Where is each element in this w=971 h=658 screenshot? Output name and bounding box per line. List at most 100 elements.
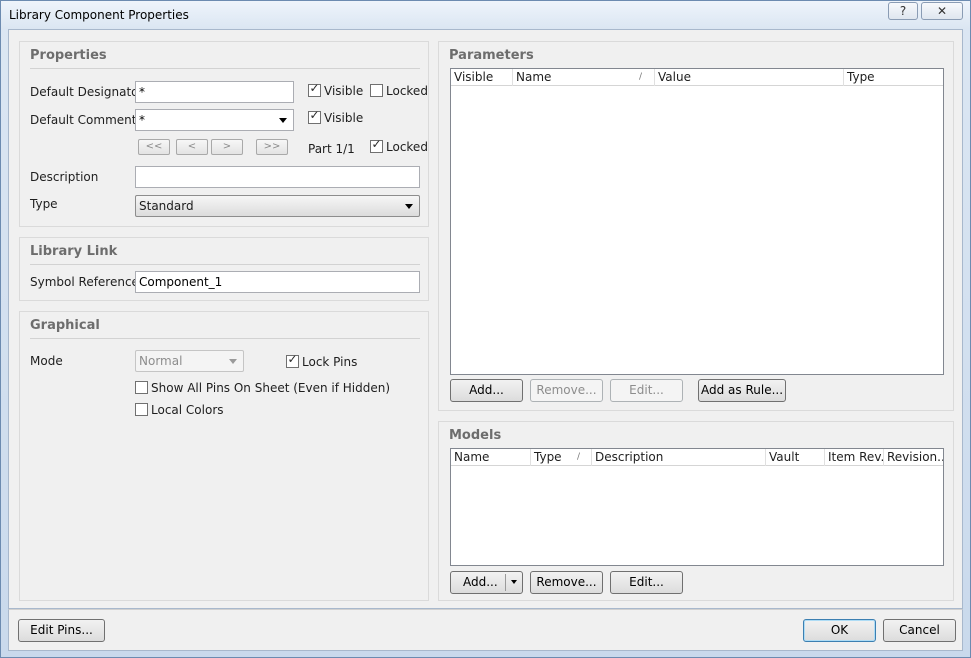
chevron-down-icon xyxy=(229,359,237,364)
edit-pins-label: Edit Pins... xyxy=(30,623,93,637)
column-header-name[interactable]: Name xyxy=(513,69,655,86)
column-header-name-label: Name xyxy=(516,70,552,84)
properties-divider xyxy=(30,68,420,69)
symbol-reference-input[interactable]: Component_1 xyxy=(135,271,420,293)
properties-group: Properties Default Designator * ✓ Visibl… xyxy=(19,41,429,227)
parameters-remove-button[interactable]: Remove... xyxy=(530,379,603,402)
mode-label: Mode xyxy=(30,354,63,368)
description-label: Description xyxy=(30,170,99,184)
part-indicator: Part 1/1 xyxy=(308,142,355,156)
designator-visible-checkbox[interactable]: ✓ xyxy=(308,81,321,97)
window-title: Library Component Properties xyxy=(9,8,189,22)
parameters-title: Parameters xyxy=(449,48,534,63)
help-icon: ? xyxy=(899,4,907,18)
add-as-rule-button[interactable]: Add as Rule... xyxy=(698,379,786,402)
library-link-group: Library Link Symbol Reference Component_… xyxy=(19,237,429,301)
help-button[interactable]: ? xyxy=(888,2,918,20)
parameters-edit-label: Edit... xyxy=(629,383,664,397)
parameters-add-label: Add... xyxy=(469,383,504,397)
column-header-visible[interactable]: Visible xyxy=(451,69,513,86)
models-table[interactable]: Name Type / Description Vault Item Rev..… xyxy=(450,448,944,566)
designator-locked-label: Locked xyxy=(386,84,428,98)
designator-label: Default Designator xyxy=(30,85,144,99)
graphical-group: Graphical Mode Normal ✓ Lock Pins Show A… xyxy=(19,311,429,601)
designator-input[interactable]: * xyxy=(135,81,294,103)
dialog-body: Properties Default Designator * ✓ Visibl… xyxy=(8,29,963,609)
local-colors-label: Local Colors xyxy=(151,403,224,417)
designator-visible-label: Visible xyxy=(324,84,364,98)
sort-indicator-icon: / xyxy=(639,72,643,82)
first-part-button[interactable]: << xyxy=(138,139,170,155)
column-header-item-revision[interactable]: Item Rev... xyxy=(825,449,884,466)
show-all-pins-label: Show All Pins On Sheet (Even if Hidden) xyxy=(151,381,391,395)
column-header-revision[interactable]: Revision... xyxy=(884,449,943,466)
cancel-button[interactable]: Cancel xyxy=(883,619,956,642)
comment-visible-label: Visible xyxy=(324,111,364,125)
parameters-add-button[interactable]: Add... xyxy=(450,379,523,402)
comment-value: * xyxy=(139,113,145,127)
part-locked-label: Locked xyxy=(386,140,428,154)
split-divider xyxy=(505,574,506,591)
checkmark-icon: ✓ xyxy=(371,137,382,151)
local-colors-checkbox[interactable] xyxy=(135,403,148,416)
symbol-reference-label: Symbol Reference xyxy=(30,275,139,289)
ok-button[interactable]: OK xyxy=(803,619,876,642)
title-bar: Library Component Properties ? ✕ xyxy=(1,1,970,29)
add-as-rule-label: Add as Rule... xyxy=(700,383,784,397)
column-header-type[interactable]: Type xyxy=(844,69,943,86)
sort-indicator-icon: / xyxy=(577,452,581,462)
lock-pins-label: Lock Pins xyxy=(302,355,358,369)
models-edit-button[interactable]: Edit... xyxy=(610,571,683,594)
parameters-table-header: Visible Name / Value Type xyxy=(451,69,943,86)
designator-locked-checkbox[interactable] xyxy=(370,84,383,97)
type-dropdown[interactable]: Standard xyxy=(135,195,420,217)
comment-visible-checkbox[interactable]: ✓ xyxy=(308,108,321,124)
last-part-button[interactable]: >> xyxy=(256,139,288,155)
parameters-table[interactable]: Visible Name / Value Type xyxy=(450,68,944,375)
edit-pins-button[interactable]: Edit Pins... xyxy=(18,619,105,642)
comment-label: Default Comment xyxy=(30,113,137,127)
column-header-value[interactable]: Value xyxy=(655,69,844,86)
chevron-down-icon[interactable] xyxy=(511,580,517,584)
comment-combobox[interactable]: * xyxy=(135,109,294,131)
chevron-down-icon xyxy=(405,204,413,209)
graphical-divider xyxy=(30,338,420,339)
description-input[interactable] xyxy=(135,166,420,188)
checkmark-icon: ✓ xyxy=(287,352,298,366)
mode-dropdown[interactable]: Normal xyxy=(135,350,244,372)
models-title: Models xyxy=(449,428,502,443)
column-header-model-type-label: Type xyxy=(534,450,562,464)
models-remove-label: Remove... xyxy=(536,575,597,589)
parameters-edit-button[interactable]: Edit... xyxy=(610,379,683,402)
column-header-description[interactable]: Description xyxy=(592,449,766,466)
models-table-header: Name Type / Description Vault Item Rev..… xyxy=(451,449,943,466)
library-link-divider xyxy=(30,264,420,265)
close-button[interactable]: ✕ xyxy=(921,2,963,20)
graphical-title: Graphical xyxy=(30,318,100,333)
column-header-vault[interactable]: Vault xyxy=(766,449,825,466)
cancel-label: Cancel xyxy=(899,623,940,637)
dialog-window: Library Component Properties ? ✕ Propert… xyxy=(0,0,971,658)
previous-part-button[interactable]: < xyxy=(176,139,208,155)
chevron-down-icon xyxy=(279,118,287,123)
part-locked-checkbox[interactable]: ✓ xyxy=(370,137,383,153)
dialog-footer: Edit Pins... OK Cancel xyxy=(8,609,963,651)
properties-title: Properties xyxy=(30,48,107,63)
parameters-remove-label: Remove... xyxy=(536,383,597,397)
close-icon: ✕ xyxy=(936,4,948,18)
models-add-split-button[interactable]: Add... xyxy=(450,571,523,594)
models-remove-button[interactable]: Remove... xyxy=(530,571,603,594)
models-edit-label: Edit... xyxy=(629,575,664,589)
checkmark-icon: ✓ xyxy=(309,81,320,95)
ok-label: OK xyxy=(830,623,849,637)
library-link-title: Library Link xyxy=(30,244,118,259)
parameters-group: Parameters Visible Name / Value Type Add… xyxy=(438,41,954,411)
column-header-model-name[interactable]: Name xyxy=(451,449,531,466)
lock-pins-checkbox[interactable]: ✓ xyxy=(286,352,299,368)
column-header-model-type[interactable]: Type xyxy=(531,449,592,466)
show-all-pins-checkbox[interactable] xyxy=(135,381,148,394)
checkmark-icon: ✓ xyxy=(309,108,320,122)
type-label: Type xyxy=(30,197,58,211)
next-part-button[interactable]: > xyxy=(211,139,243,155)
type-value: Standard xyxy=(139,199,194,213)
